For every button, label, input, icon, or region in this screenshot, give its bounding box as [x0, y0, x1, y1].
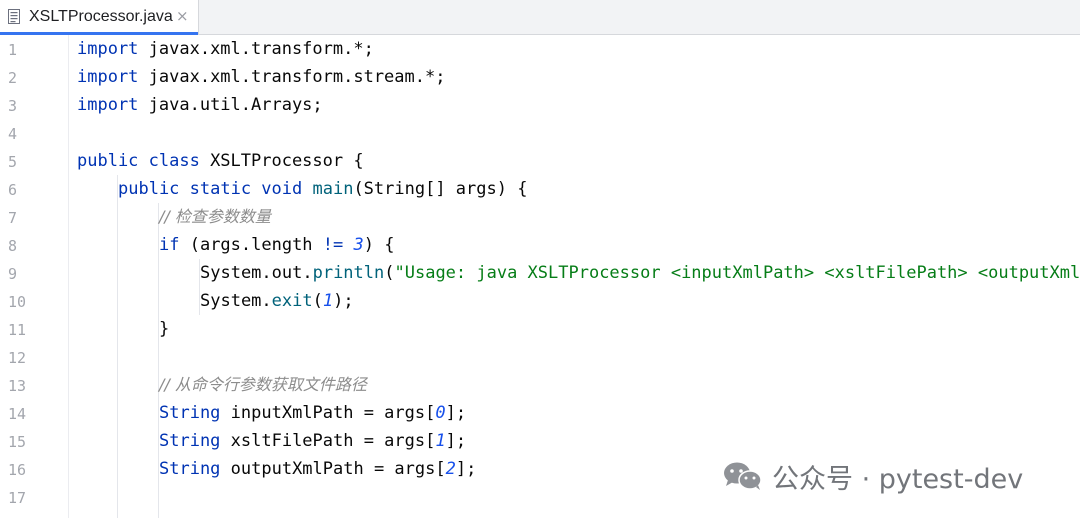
line-number: 5 [8, 153, 18, 171]
java-file-icon [8, 9, 20, 24]
wechat-icon [724, 462, 762, 490]
watermark: 公众号 · pytest-dev [722, 456, 1023, 496]
code-line-14: String inputXmlPath = args[0]; [159, 403, 467, 423]
code-line-9: System.out.println("Usage: java XSLTProc… [200, 263, 1080, 283]
line-number: 2 [8, 69, 18, 87]
code-editor[interactable]: import javax.xml.transform.*; import jav… [69, 35, 1080, 518]
code-line-5: public class XSLTProcessor { [77, 151, 364, 171]
line-number: 9 [8, 265, 18, 283]
line-number: 3 [8, 97, 18, 115]
line-number: 11 [8, 321, 27, 339]
tab-label: XSLTProcessor.java [29, 8, 173, 25]
code-line-1: import javax.xml.transform.*; [77, 39, 374, 59]
line-number: 6 [8, 181, 18, 199]
close-icon[interactable]: × [176, 7, 189, 25]
code-line-2: import javax.xml.transform.stream.*; [77, 67, 446, 87]
code-line-8: if (args.length != 3) { [159, 235, 395, 255]
tab-xsltprocessor[interactable]: XSLTProcessor.java × [0, 0, 199, 35]
code-line-15: String xsltFilePath = args[1]; [159, 431, 467, 451]
line-number: 13 [8, 377, 27, 395]
code-line-3: import java.util.Arrays; [77, 95, 323, 115]
line-number: 17 [8, 489, 27, 507]
line-number: 1 [8, 41, 18, 59]
line-number: 7 [8, 209, 18, 227]
code-line-6: public static void main(String[] args) { [118, 179, 528, 199]
code-line-7: // 检查参数数量 [159, 207, 271, 226]
line-number: 15 [8, 433, 27, 451]
line-number-gutter: 1 2 3 4 5 6 7 8 9 10 11 12 13 14 15 16 1… [0, 35, 69, 518]
editor-tab-bar: XSLTProcessor.java × [0, 0, 1080, 35]
line-number: 4 [8, 125, 18, 143]
line-number: 8 [8, 237, 18, 255]
code-line-11: } [159, 319, 170, 339]
code-line-13: // 从命令行参数获取文件路径 [159, 375, 367, 394]
line-number: 12 [8, 349, 27, 367]
line-number: 16 [8, 461, 27, 479]
indent-guide [117, 175, 118, 518]
line-number: 14 [8, 405, 27, 423]
code-line-16: String outputXmlPath = args[2]; [159, 459, 477, 479]
line-number: 10 [8, 293, 27, 311]
watermark-text: 公众号 · pytest-dev [772, 463, 1024, 495]
code-line-10: System.exit(1); [200, 291, 354, 311]
